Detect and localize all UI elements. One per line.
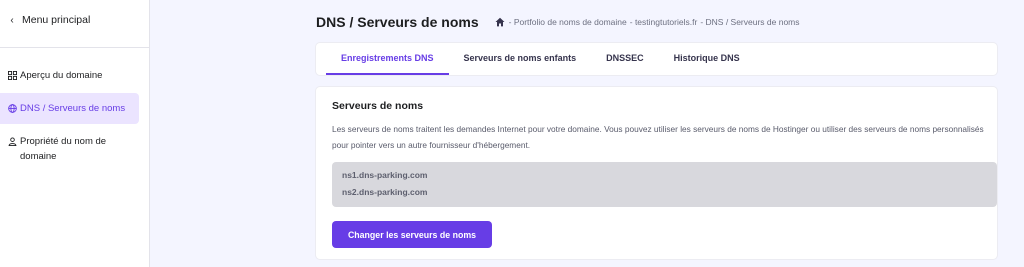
tab-dns-records[interactable]: Enregistrements DNS	[326, 43, 449, 75]
breadcrumb-domain[interactable]: - testingtutoriels.fr	[630, 17, 698, 27]
globe-icon	[6, 101, 18, 116]
grid-icon	[6, 68, 18, 83]
back-label: Menu principal	[22, 14, 91, 26]
sidebar-item-domain-ownership[interactable]: Propriété du nom de domaine	[0, 126, 139, 172]
tab-dns-history[interactable]: Historique DNS	[659, 43, 755, 75]
breadcrumb-current: - DNS / Serveurs de noms	[700, 17, 800, 27]
tabs-bar: Enregistrements DNS Serveurs de noms enf…	[316, 43, 997, 75]
tab-child-nameservers[interactable]: Serveurs de noms enfants	[449, 43, 592, 75]
breadcrumb-portfolio[interactable]: - Portfolio de noms de domaine	[509, 17, 627, 27]
page-title: DNS / Serveurs de noms	[316, 14, 479, 30]
nameserver-item: ns1.dns-parking.com	[342, 170, 428, 180]
main-content: DNS / Serveurs de noms - Portfolio de no…	[150, 0, 1024, 267]
nameserver-list: ns1.dns-parking.com ns2.dns-parking.com	[332, 162, 997, 207]
sidebar: ‹ Menu principal Aperçu du domaine DNS /…	[0, 0, 150, 267]
tab-dnssec[interactable]: DNSSEC	[591, 43, 659, 75]
home-icon[interactable]	[495, 17, 505, 27]
sidebar-item-label: Aperçu du domaine	[20, 70, 103, 81]
sidebar-item-dns[interactable]: DNS / Serveurs de noms	[0, 93, 139, 124]
change-nameservers-button[interactable]: Changer les serveurs de noms	[332, 221, 492, 248]
user-icon	[6, 134, 18, 149]
section-description: Les serveurs de noms traitent les demand…	[332, 124, 984, 150]
section-title: Serveurs de noms	[332, 100, 424, 112]
nameservers-card: Serveurs de noms Les serveurs de noms tr…	[316, 87, 997, 259]
sidebar-item-label: DNS / Serveurs de noms	[20, 103, 126, 114]
back-to-main-menu[interactable]: ‹ Menu principal	[0, 0, 149, 40]
sidebar-nav: Aperçu du domaine DNS / Serveurs de noms…	[0, 48, 149, 172]
chevron-left-icon: ‹	[10, 14, 14, 26]
sidebar-item-label: Propriété du nom de domaine	[20, 136, 107, 162]
breadcrumb: - Portfolio de noms de domaine - testing…	[495, 17, 800, 27]
sidebar-item-domain-overview[interactable]: Aperçu du domaine	[0, 60, 139, 91]
nameserver-item: ns2.dns-parking.com	[342, 187, 428, 197]
page-header: DNS / Serveurs de noms - Portfolio de no…	[316, 14, 800, 30]
